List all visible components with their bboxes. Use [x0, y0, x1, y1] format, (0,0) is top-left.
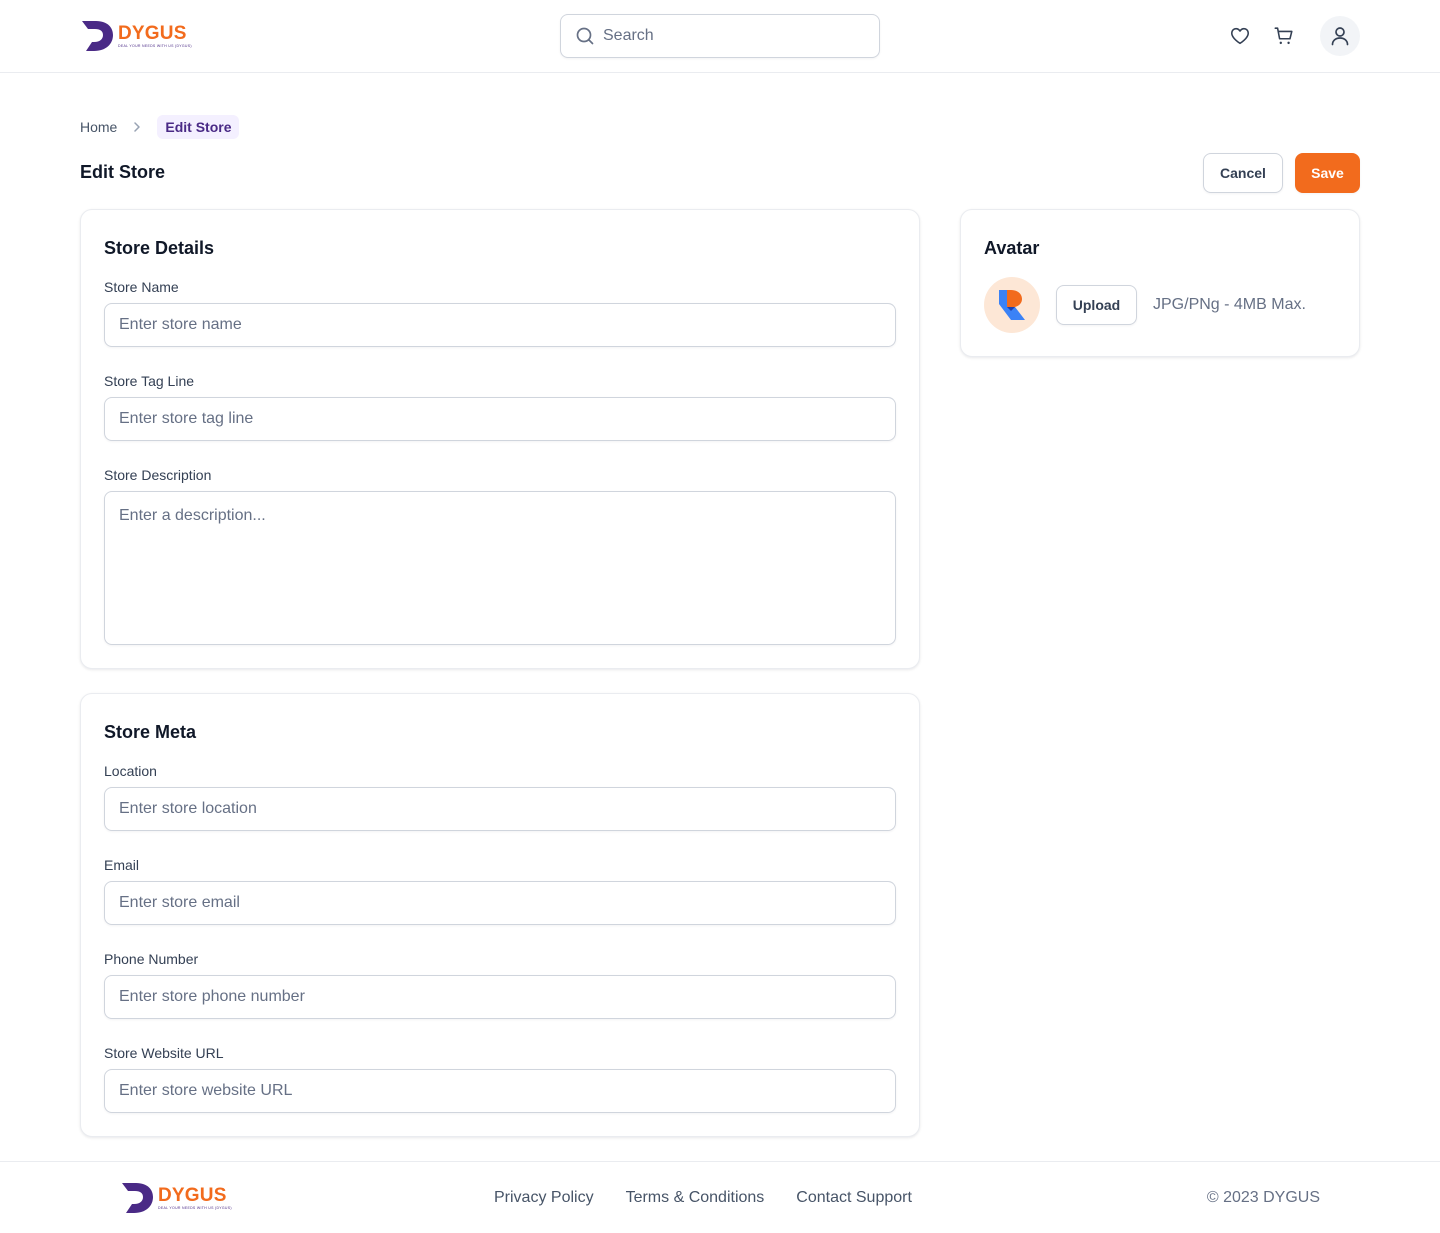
- contact-support-link[interactable]: Contact Support: [796, 1189, 912, 1207]
- store-tagline-input[interactable]: [104, 397, 896, 441]
- upload-button[interactable]: Upload: [1056, 285, 1137, 325]
- store-meta-card: Store Meta Location Email Phone Number S…: [80, 693, 920, 1137]
- search-input[interactable]: [603, 27, 863, 45]
- store-name-input[interactable]: [104, 303, 896, 347]
- dygus-logo-mark: [122, 1183, 153, 1213]
- cancel-button[interactable]: Cancel: [1203, 153, 1283, 193]
- store-name-label: Store Name: [104, 279, 179, 295]
- breadcrumb-current: Edit Store: [157, 115, 240, 139]
- breadcrumb-home-link[interactable]: Home: [80, 119, 117, 135]
- phone-input[interactable]: [104, 975, 896, 1019]
- heart-icon: [1230, 27, 1250, 45]
- page-title: Edit Store: [80, 162, 166, 182]
- website-label: Store Website URL: [104, 1045, 224, 1061]
- website-input[interactable]: [104, 1069, 896, 1113]
- cart-icon: [1274, 27, 1293, 45]
- top-header: DYGUS DEAL YOUR NEEDS WITH US (DYGUS): [0, 0, 1440, 73]
- logo-tagline: DEAL YOUR NEEDS WITH US (DYGUS): [158, 1205, 232, 1210]
- save-button[interactable]: Save: [1295, 153, 1360, 193]
- user-account-button[interactable]: [1320, 16, 1360, 56]
- copyright-text: © 2023 DYGUS: [1206, 1189, 1320, 1206]
- avatar-card: Avatar Upload JPG/PNg - 4MB Max.: [960, 209, 1360, 357]
- privacy-policy-link[interactable]: Privacy Policy: [494, 1189, 594, 1207]
- terms-link[interactable]: Terms & Conditions: [626, 1189, 765, 1207]
- store-description-label: Store Description: [104, 467, 212, 483]
- avatar-title: Avatar: [984, 238, 1040, 258]
- wishlist-button[interactable]: [1228, 24, 1252, 48]
- store-logo-image: [999, 290, 1025, 320]
- phone-label: Phone Number: [104, 951, 199, 967]
- store-details-title: Store Details: [104, 238, 215, 258]
- store-meta-title: Store Meta: [104, 722, 197, 742]
- chevron-right-icon: [129, 119, 145, 135]
- location-label: Location: [104, 763, 157, 779]
- breadcrumb: Home Edit Store: [80, 113, 240, 141]
- store-avatar: [984, 277, 1040, 333]
- footer-links: Privacy Policy Terms & Conditions Contac…: [494, 1189, 912, 1207]
- email-field[interactable]: [104, 881, 896, 925]
- store-tagline-label: Store Tag Line: [104, 373, 195, 389]
- search-icon: [576, 27, 594, 45]
- footer-logo[interactable]: DYGUS DEAL YOUR NEEDS WITH US (DYGUS): [120, 1182, 232, 1214]
- user-icon: [1331, 27, 1349, 46]
- store-details-card: Store Details Store Name Store Tag Line …: [80, 209, 920, 669]
- dygus-logo-mark: [82, 21, 113, 51]
- search-bar[interactable]: [560, 14, 880, 58]
- logo-brand-text: DYGUS: [158, 1184, 227, 1206]
- logo-tagline: DEAL YOUR NEEDS WITH US (DYGUS): [118, 43, 192, 48]
- header-logo[interactable]: DYGUS DEAL YOUR NEEDS WITH US (DYGUS): [80, 20, 192, 52]
- email-label: Email: [104, 857, 140, 873]
- store-description-textarea[interactable]: [104, 491, 896, 645]
- location-input[interactable]: [104, 787, 896, 831]
- site-footer: DYGUS DEAL YOUR NEEDS WITH US (DYGUS) Pr…: [0, 1161, 1440, 1233]
- logo-brand-text: DYGUS: [118, 22, 187, 44]
- cart-button[interactable]: [1272, 24, 1296, 48]
- upload-hint-text: JPG/PNg - 4MB Max.: [1153, 296, 1306, 313]
